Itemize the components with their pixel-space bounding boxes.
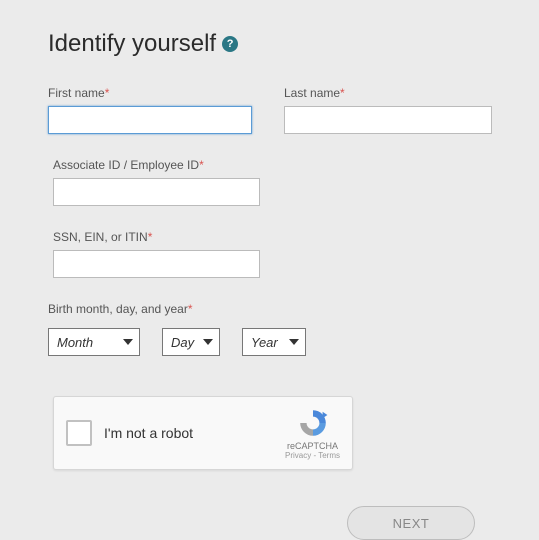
- ssn-input[interactable]: [53, 250, 260, 278]
- recaptcha-badge: reCAPTCHA Privacy - Terms: [285, 407, 340, 460]
- recaptcha-widget: I'm not a robot reCAPTCHA Privacy - Term…: [53, 396, 353, 470]
- birth-label: Birth month, day, and year*: [48, 302, 491, 316]
- associate-id-label: Associate ID / Employee ID*: [53, 158, 491, 172]
- birth-year-select[interactable]: Year: [242, 328, 306, 356]
- first-name-input[interactable]: [48, 106, 252, 134]
- birth-day-select[interactable]: Day: [162, 328, 220, 356]
- page-title: Identify yourself: [48, 30, 216, 58]
- next-button[interactable]: NEXT: [347, 506, 475, 540]
- last-name-label: Last name*: [284, 86, 492, 100]
- recaptcha-checkbox[interactable]: [66, 420, 92, 446]
- first-name-label: First name*: [48, 86, 252, 100]
- recaptcha-text: I'm not a robot: [104, 425, 285, 441]
- help-icon[interactable]: ?: [222, 36, 238, 52]
- chevron-down-icon: [203, 339, 213, 345]
- birth-month-select[interactable]: Month: [48, 328, 140, 356]
- last-name-input[interactable]: [284, 106, 492, 134]
- chevron-down-icon: [289, 339, 299, 345]
- ssn-label: SSN, EIN, or ITIN*: [53, 230, 491, 244]
- associate-id-input[interactable]: [53, 178, 260, 206]
- chevron-down-icon: [123, 339, 133, 345]
- recaptcha-icon: [297, 407, 329, 439]
